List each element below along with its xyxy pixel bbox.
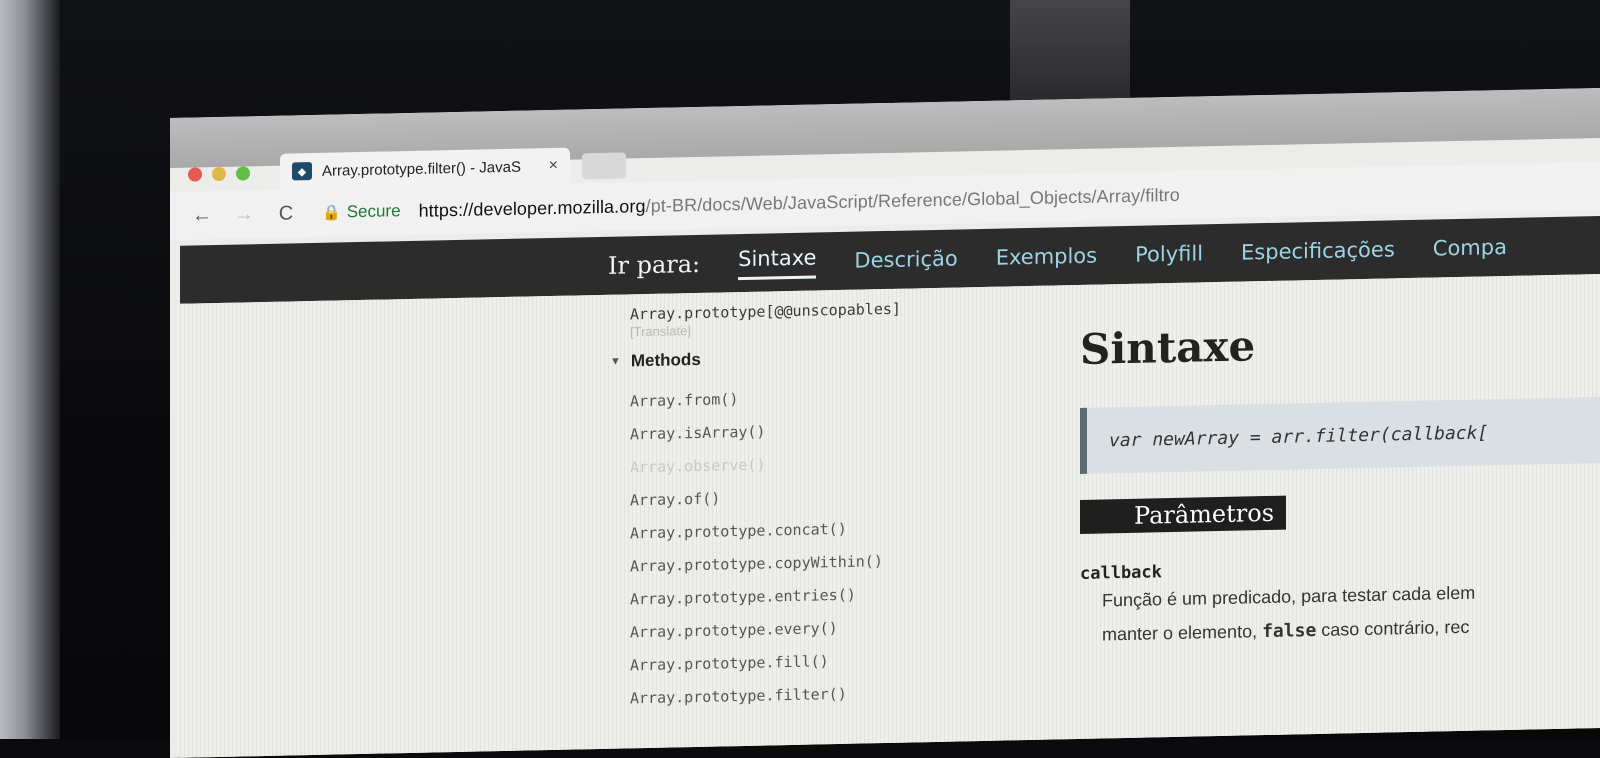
desc-text: caso contrário, rec — [1316, 616, 1470, 640]
jump-link-sintaxe[interactable]: Sintaxe — [738, 244, 817, 280]
url-host: https://developer.mozilla.org — [418, 195, 646, 221]
close-window-button[interactable] — [188, 167, 202, 182]
jump-label: Ir para: — [608, 249, 701, 280]
jump-link-exemplos[interactable]: Exemplos — [996, 244, 1097, 270]
jump-link-compatibilidade[interactable]: Compa — [1433, 235, 1507, 261]
section-label: Methods — [630, 349, 701, 371]
new-tab-button[interactable] — [582, 152, 626, 180]
minimize-window-button[interactable] — [212, 166, 226, 182]
jump-link-polyfill[interactable]: Polyfill — [1135, 241, 1203, 266]
inline-code: false — [1262, 619, 1317, 643]
jump-link-especificacoes[interactable]: Especificações — [1241, 237, 1395, 264]
forward-arrow-icon[interactable]: → — [234, 203, 254, 226]
desc-text: manter o elemento, — [1102, 621, 1263, 645]
address-bar[interactable]: https://developer.mozilla.org/pt-BR/docs… — [419, 184, 1180, 221]
back-arrow-icon[interactable]: ← — [192, 204, 212, 227]
caret-down-icon: ▼ — [610, 355, 621, 368]
browser-tab[interactable]: ◆ Array.prototype.filter() - JavaS × — [280, 147, 570, 190]
sidebar: Array.prototype[@@unscopables] [Translat… — [610, 296, 1050, 716]
jump-link-descricao[interactable]: Descrição — [854, 246, 957, 272]
page-content: Array.prototype[@@unscopables] [Translat… — [180, 273, 1600, 758]
background-wall — [0, 0, 60, 739]
syntax-code-block: var newArray = arr.filter(callback[ — [1080, 396, 1600, 474]
browser-window: ◆ Array.prototype.filter() - JavaS × ← →… — [170, 87, 1600, 758]
url-path: /pt-BR/docs/Web/JavaScript/Reference/Glo… — [645, 184, 1180, 216]
main-article: Sintaxe var newArray = arr.filter(callba… — [1080, 313, 1600, 653]
page-heading: Sintaxe — [1080, 321, 1256, 374]
sidebar-section-methods[interactable]: ▼ Methods — [610, 343, 1050, 372]
params-heading: Parâmetros — [1080, 495, 1287, 534]
secure-label: Secure — [346, 201, 401, 222]
close-tab-icon[interactable]: × — [549, 157, 558, 175]
tab-title: Array.prototype.filter() - JavaS — [322, 158, 521, 180]
mdn-favicon-icon: ◆ — [292, 162, 312, 181]
zoom-window-button[interactable] — [236, 166, 250, 181]
lock-icon: 🔒 — [322, 204, 341, 222]
reload-icon[interactable]: C — [276, 202, 296, 225]
